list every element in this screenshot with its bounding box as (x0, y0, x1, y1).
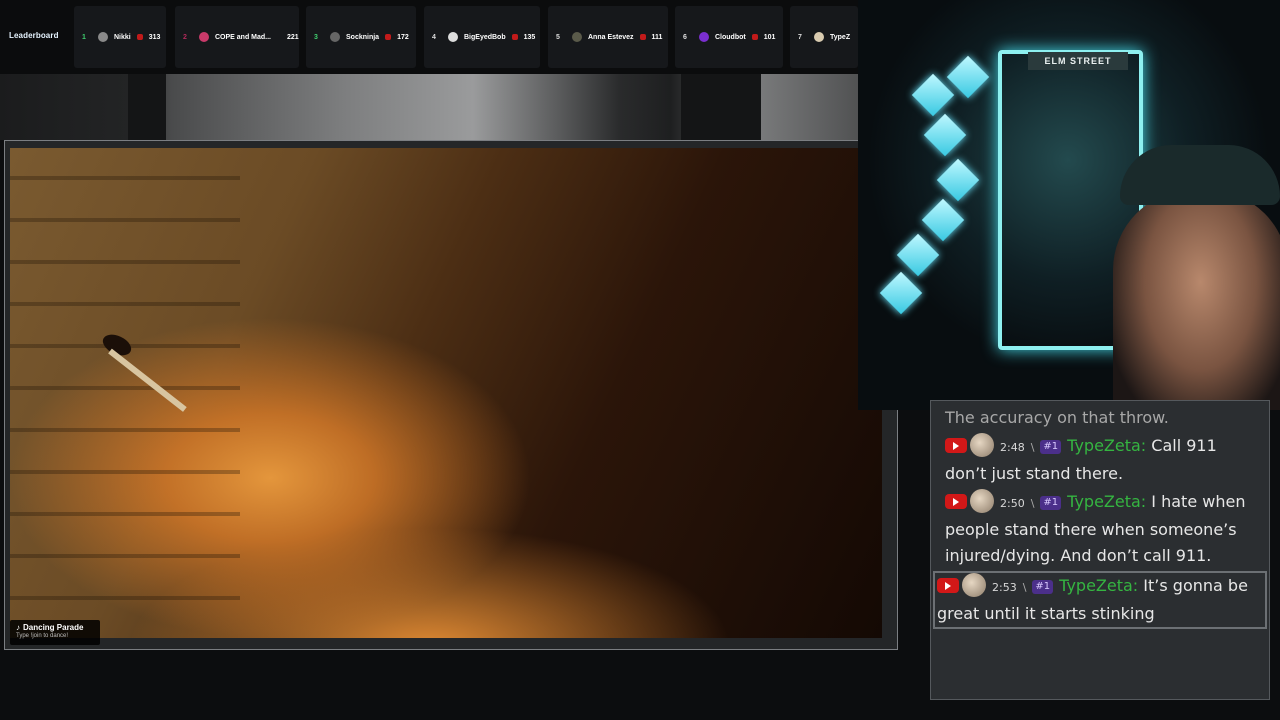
avatar (699, 32, 709, 42)
leaderboard-name: BigEyedBob (464, 33, 506, 41)
youtube-dot-icon (385, 34, 392, 40)
streamer (1113, 190, 1280, 410)
leaderboard-entry: 3 Sockninja 172 (306, 6, 416, 68)
leaderboard-title: Leaderboard (9, 31, 59, 40)
leaderboard-rank: 5 (556, 33, 560, 41)
neon-cube (936, 158, 980, 202)
leaderboard-score: 111 (651, 33, 663, 41)
youtube-dot-icon (136, 34, 143, 40)
leaderboard-score: 221 (287, 33, 299, 41)
chat-timestamp: 2:50 (1000, 497, 1025, 510)
neon-cube (923, 113, 967, 157)
crown-rank-badge: #1 (1040, 496, 1062, 510)
leaderboard-rank: 7 (798, 33, 802, 41)
avatar (970, 433, 994, 457)
leaderboard-entry: 2 COPE and Mad... 221 (175, 6, 299, 68)
chat-timestamp: 2:48 (1000, 441, 1025, 454)
leaderboard-name: Anna Estevez (588, 33, 634, 41)
chat-message: 2:48 \ #1 TypeZeta: Call 911 don’t just sta… (945, 433, 1257, 487)
leaderboard-rank: 2 (183, 33, 187, 41)
leaderboard-rank: 6 (683, 33, 687, 41)
chat-timestamp: 2:53 (992, 581, 1017, 594)
crown-rank-badge: #1 (1032, 580, 1054, 594)
avatar (814, 32, 824, 42)
avatar (572, 32, 582, 42)
leaderboard-entry: 4 BigEyedBob 135 (424, 6, 540, 68)
avatar (962, 573, 986, 597)
dancer-icon: ♪ (16, 623, 20, 632)
leaderboard-bar: Leaderboard 1 Nikki 313 2 COPE and Mad..… (0, 0, 858, 74)
streamer-cap (1120, 145, 1280, 205)
scene-pillar (128, 74, 166, 140)
neon-cube (911, 73, 955, 117)
neon-cube (946, 55, 990, 99)
crown-rank-badge: #1 (1040, 440, 1062, 454)
leaderboard-score: 313 (148, 33, 161, 41)
youtube-icon (937, 578, 959, 593)
chat-partial-line: The accuracy on that throw. (945, 408, 1169, 427)
avatar (98, 32, 108, 42)
avatar (330, 32, 340, 42)
dance-title: Dancing Parade (23, 623, 84, 632)
dancing-parade-widget: ♪ Dancing Parade Type !join to dance! (10, 620, 100, 645)
leaderboard-score: 135 (523, 33, 536, 41)
chat-separator: \ (1030, 497, 1035, 510)
leaderboard-name: COPE and Mad... (215, 33, 272, 41)
chat-username: TypeZeta: (1067, 492, 1147, 511)
leaderboard-entry: 7 TypeZ (790, 6, 858, 68)
youtube-icon (945, 494, 967, 509)
leaderboard-entry: 1 Nikki 313 (74, 6, 166, 68)
leaderboard-score: 101 (763, 33, 776, 41)
leaderboard-rank: 4 (432, 33, 436, 41)
leaderboard-name: TypeZ (830, 33, 851, 41)
leaderboard-rank: 3 (314, 33, 318, 41)
brick-wall-texture (10, 148, 240, 638)
leaderboard-entry: 6 Cloudbot 101 (675, 6, 783, 68)
scene-pillar (681, 74, 761, 140)
webcam-feed: ELM STREET (858, 0, 1280, 410)
youtube-icon (945, 438, 967, 453)
chat-username: TypeZeta: (1067, 436, 1147, 455)
avatar (448, 32, 458, 42)
dance-subtitle: Type !join to dance! (16, 633, 69, 639)
neon-cube (879, 271, 923, 315)
avatar (970, 489, 994, 513)
youtube-dot-icon (511, 34, 518, 40)
leaderboard-rank: 1 (82, 33, 86, 41)
avatar (199, 32, 209, 42)
chat-message: 2:50 \ #1 TypeZeta: I hate when people stan… (945, 489, 1257, 569)
leaderboard-name: Nikki (114, 33, 131, 41)
leaderboard-name: Cloudbot (715, 33, 746, 41)
leaderboard-name: Sockninja (346, 33, 380, 41)
leaderboard-score: 172 (397, 33, 409, 41)
neon-cube (921, 198, 965, 242)
chat-separator: \ (1022, 581, 1027, 594)
leaderboard-entry: 5 Anna Estevez 111 (548, 6, 668, 68)
chat-username: TypeZeta: (1059, 576, 1139, 595)
neon-cube (896, 233, 940, 277)
video-player[interactable] (10, 148, 882, 638)
street-sign: ELM STREET (1028, 52, 1128, 70)
youtube-dot-icon (639, 34, 646, 40)
youtube-dot-icon (751, 34, 758, 40)
chat-panel: The accuracy on that throw. 2:48 \ #1 TypeZ… (930, 400, 1270, 700)
chat-message-latest: 2:53 \ #1 TypeZeta: It’s gonna be great unt… (933, 571, 1267, 629)
chat-separator: \ (1030, 441, 1035, 454)
